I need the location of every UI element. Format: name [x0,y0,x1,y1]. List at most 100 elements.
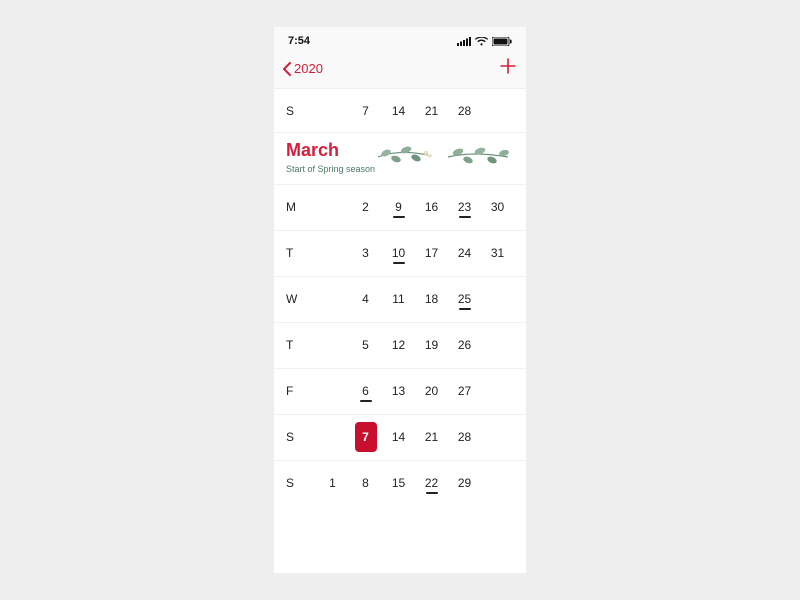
day-slots: 5 12 19 26 [316,323,514,368]
day-number: 27 [456,379,474,403]
day-label: S [286,476,316,490]
calendar-day [316,195,349,219]
day-number: 25 [456,287,474,311]
calendar-day[interactable]: 30 [481,195,514,219]
day-number: 21 [423,425,441,449]
battery-icon [492,37,512,46]
calendar-day[interactable]: 6 [349,379,382,403]
day-label: T [286,338,316,352]
calendar-day [481,333,514,357]
cellular-signal-icon [457,37,471,46]
calendar-grid: M29162330T310172431W4111825T5121926F6132… [274,184,526,506]
back-label: 2020 [294,61,323,76]
prev-saturday-row: S 7 14 21 28 [274,89,526,133]
month-header: March Start of Spring season [274,133,526,184]
phone-frame: 7:54 2020 S 7 14 21 2 [274,27,526,573]
day-number: 30 [489,195,507,219]
day-number: 2 [357,195,375,219]
calendar-day[interactable]: 8 [349,471,382,495]
day-number: 4 [357,287,375,311]
calendar-day[interactable]: 25 [448,287,481,311]
calendar-day[interactable]: 24 [448,241,481,265]
day-number: 8 [357,471,375,495]
back-button[interactable]: 2020 [282,61,323,76]
calendar-day[interactable]: 17 [415,241,448,265]
day-number: 11 [390,287,408,311]
calendar-day[interactable]: 7 [349,99,382,123]
day-slots: 18 1522 29 [316,461,514,506]
calendar-day[interactable]: 5 [349,333,382,357]
day-number: 28 [456,425,474,449]
calendar-day[interactable]: 16 [415,195,448,219]
chevron-left-icon [282,62,292,76]
day-number: 3 [357,241,375,265]
day-number: 12 [390,333,408,357]
day-label: W [286,292,316,306]
day-slots: 3 10 17 24 31 [316,231,514,276]
calendar-day[interactable]: 22 [415,471,448,495]
calendar-day[interactable]: 11 [382,287,415,311]
day-number: 29 [456,471,474,495]
calendar-day [316,425,349,449]
calendar-day[interactable]: 4 [349,287,382,311]
calendar-day[interactable]: 13 [382,379,415,403]
day-slots: 6 13 20 27 [316,369,514,414]
calendar-day[interactable]: 28 [448,99,481,123]
calendar-row: T 3 10 17 24 31 [274,230,526,276]
calendar-row: T 5 12 19 26 [274,322,526,368]
calendar-day[interactable]: 2 [349,195,382,219]
nav-bar: 2020 [274,55,526,89]
wifi-icon [475,37,488,46]
calendar-day[interactable] [316,99,349,123]
calendar-day[interactable]: 9 [382,195,415,219]
day-number: 1 [324,471,342,495]
calendar-day [316,379,349,403]
day-label: T [286,246,316,260]
day-number: 16 [423,195,441,219]
calendar-row: F6132027 [274,368,526,414]
calendar-day [481,425,514,449]
calendar-day[interactable]: 14 [382,425,415,449]
calendar-day[interactable]: 23 [448,195,481,219]
calendar-day[interactable]: 15 [382,471,415,495]
calendar-day[interactable]: 26 [448,333,481,357]
day-number: 26 [456,333,474,357]
calendar-day[interactable]: 21 [415,425,448,449]
day-number: 19 [423,333,441,357]
calendar-day[interactable]: 28 [448,425,481,449]
day-number: 23 [456,195,474,219]
day-number: 14 [390,425,408,449]
calendar-day[interactable]: 1 [316,471,349,495]
day-number: 6 [357,379,375,403]
calendar-day[interactable]: 10 [382,241,415,265]
calendar-day [481,471,514,495]
day-number: 13 [390,379,408,403]
day-slots: 7 14 21 28 [316,415,514,460]
calendar-day[interactable]: 3 [349,241,382,265]
status-indicators [457,37,512,46]
calendar-day[interactable]: 21 [415,99,448,123]
calendar-day[interactable]: 31 [481,241,514,265]
day-number: 20 [423,379,441,403]
calendar-day[interactable]: 29 [448,471,481,495]
calendar-day[interactable]: 14 [382,99,415,123]
day-number: 5 [357,333,375,357]
calendar-day[interactable]: 19 [415,333,448,357]
calendar-row: W 4 11 18 25 [274,276,526,322]
calendar-day[interactable] [481,99,514,123]
calendar-day[interactable]: 7 [349,422,382,452]
calendar-day [481,287,514,311]
day-label: S [286,430,316,444]
day-number: 17 [423,241,441,265]
calendar-day[interactable]: 20 [415,379,448,403]
day-number: 31 [489,241,507,265]
calendar-day[interactable]: 12 [382,333,415,357]
calendar-day[interactable]: 18 [415,287,448,311]
day-slots: 29 16 23 30 [316,185,514,230]
add-event-button[interactable] [500,58,516,79]
calendar-day [316,241,349,265]
calendar-row: S18 1522 29 [274,460,526,506]
spring-leaves-decoration [368,139,518,173]
calendar-day[interactable]: 27 [448,379,481,403]
day-number: 18 [423,287,441,311]
